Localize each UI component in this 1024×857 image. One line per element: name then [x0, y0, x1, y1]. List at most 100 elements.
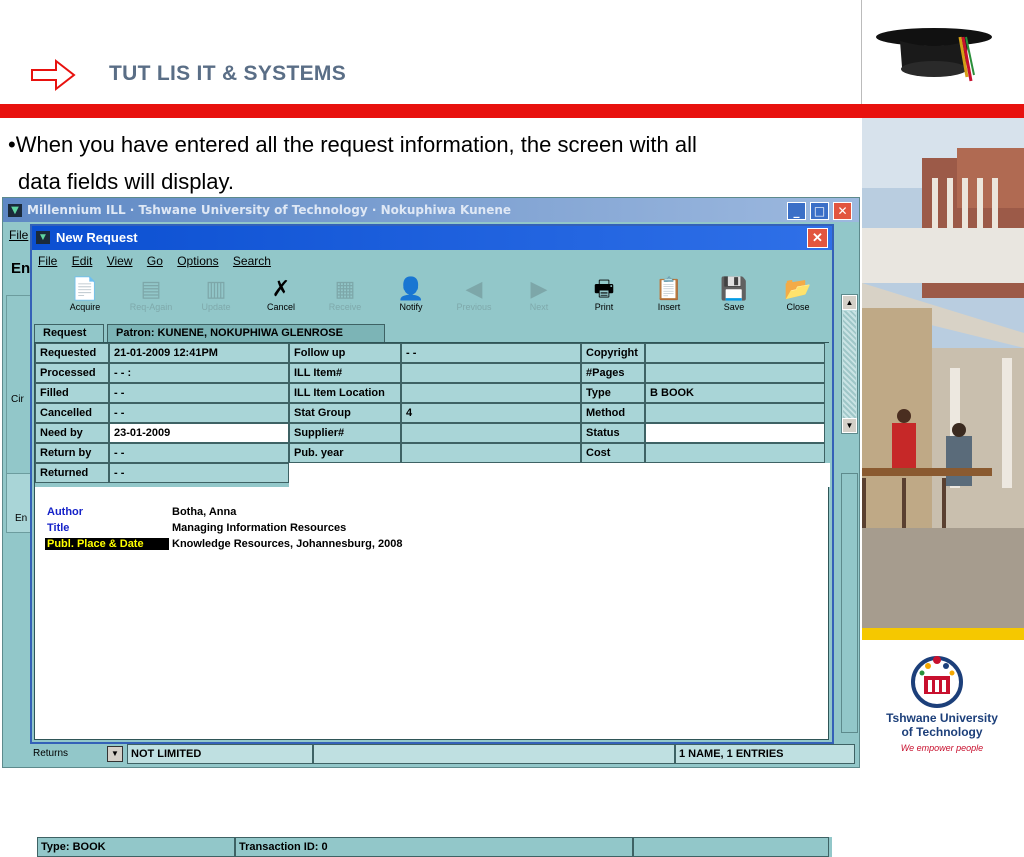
red-header-bar-right [862, 104, 1024, 118]
acquire-button[interactable]: 📄 Acquire [50, 274, 120, 322]
field-cancelled[interactable]: - - [109, 403, 289, 423]
minimize-button[interactable]: _ [787, 202, 806, 220]
outer-status-bar: Returns ▼ NOT LIMITED 1 NAME, 1 ENTRIES [3, 740, 859, 767]
yellow-bar [862, 628, 1024, 640]
receive-icon: ▦ [334, 276, 356, 301]
req-again-label: Req-Again [129, 302, 173, 312]
menu-search[interactable]: Search [233, 254, 271, 268]
field-need-by[interactable]: 23-01-2009 [109, 423, 289, 443]
insert-button[interactable]: 📋 Insert [634, 274, 704, 322]
previous-label: Previous [456, 302, 492, 312]
print-label: Print [594, 302, 614, 312]
req-again-icon: ▤ [140, 276, 162, 301]
field-method[interactable] [645, 403, 825, 423]
field-grid: Requested 21-01-2009 12:41PM Processed -… [35, 343, 830, 487]
limit-status: NOT LIMITED [127, 744, 313, 764]
field-follow-up[interactable]: - - [401, 343, 581, 363]
field-ill-item[interactable] [401, 363, 581, 383]
notify-button[interactable]: 👤 Notify [376, 274, 446, 322]
field-label-ill-item-location: ILL Item Location [289, 383, 401, 403]
field-stat-group[interactable]: 4 [401, 403, 581, 423]
cancel-button[interactable]: ✗ Cancel [246, 274, 316, 322]
field-supplier[interactable] [401, 423, 581, 443]
graduation-cap-logo [876, 28, 992, 82]
save-button[interactable]: 💾 Save [699, 274, 769, 322]
insert-icon: 📋 [655, 276, 683, 301]
close-label: Close [786, 302, 810, 312]
biblio-label-publ-place-date: Publ. Place & Date [45, 538, 169, 550]
status-transaction: Transaction ID: 0 [235, 837, 633, 857]
save-icon: 💾 [720, 276, 748, 301]
menu-view[interactable]: View [107, 254, 133, 268]
app-icon: ▼ [36, 231, 50, 244]
field-label-filled: Filled [35, 383, 109, 403]
outer-scrollbar[interactable]: ▲ ▼ [841, 294, 858, 434]
field-ill-item-location[interactable] [401, 383, 581, 403]
status-empty [633, 837, 829, 857]
receive-button[interactable]: ▦ Receive [310, 274, 380, 322]
field-returned[interactable]: - - [109, 463, 289, 483]
field-type[interactable]: B BOOK [645, 383, 825, 403]
field-label-requested: Requested [35, 343, 109, 363]
field-processed[interactable]: - - : [109, 363, 289, 383]
cancel-icon: ✗ [271, 276, 291, 301]
menu-file[interactable]: File [38, 254, 57, 268]
tab-patron[interactable]: Patron: KUNENE, NOKUPHIWA GLENROSE [107, 324, 385, 342]
update-button[interactable]: ▥ Update [181, 274, 251, 322]
close-button[interactable]: 📂 Close [763, 274, 833, 322]
menu-edit[interactable]: Edit [72, 254, 93, 268]
inner-title-bar: ▼ New Request ✕ [32, 226, 832, 250]
field-label-status: Status [581, 423, 645, 443]
returns-dropdown-value[interactable]: Returns [33, 748, 68, 759]
req-again-button[interactable]: ▤ Req-Again [116, 274, 186, 322]
university-name-line-1: Tshwane University [886, 711, 998, 725]
tut-logo [911, 656, 963, 708]
menu-options[interactable]: Options [177, 254, 218, 268]
inner-window-title: New Request [56, 230, 138, 245]
chevron-down-icon[interactable]: ▼ [107, 746, 123, 762]
biblio-value-title: Managing Information Resources [172, 522, 347, 534]
university-name: Tshwane University of Technology [872, 711, 1012, 739]
scroll-down-icon[interactable]: ▼ [842, 418, 857, 433]
biblio-value-author: Botha, Anna [172, 506, 237, 518]
scroll-up-icon[interactable]: ▲ [842, 295, 857, 310]
print-button[interactable]: 🖶 Print [569, 274, 639, 322]
next-button[interactable]: ▶ Next [504, 274, 574, 322]
grid-blank [289, 463, 830, 487]
new-request-window: ▼ New Request ✕ File Edit View Go Option… [30, 224, 834, 857]
outer-close-button[interactable]: ✕ [833, 202, 852, 220]
field-cost[interactable] [645, 443, 825, 463]
scroll-thumb[interactable] [843, 311, 856, 418]
acquire-label: Acquire [69, 302, 101, 312]
tab-request[interactable]: Request [34, 324, 104, 342]
field-label-need-by: Need by [35, 423, 109, 443]
field-return-by[interactable]: - - [109, 443, 289, 463]
field-copyright[interactable] [645, 343, 825, 363]
field-label-supplier: Supplier# [289, 423, 401, 443]
field-filled[interactable]: - - [109, 383, 289, 403]
outer-menu-file[interactable]: File [9, 228, 28, 242]
slide-title: TUT LIS IT & SYSTEMS [109, 62, 347, 85]
field-label-type: Type [581, 383, 645, 403]
close-icon: 📂 [784, 276, 812, 301]
acquire-icon: 📄 [71, 276, 99, 301]
field-label-follow-up: Follow up [289, 343, 401, 363]
menu-go[interactable]: Go [147, 254, 163, 268]
field-pub-year[interactable] [401, 443, 581, 463]
maximize-button[interactable]: □ [810, 202, 829, 220]
bullet-line-1: •When you have entered all the request i… [8, 132, 697, 157]
field-label-cost: Cost [581, 443, 645, 463]
field-label-returned: Returned [35, 463, 109, 483]
field-requested[interactable]: 21-01-2009 12:41PM [109, 343, 289, 363]
previous-button[interactable]: ◀ Previous [439, 274, 509, 322]
bullet-text: •When you have entered all the request i… [8, 126, 858, 200]
inner-close-button[interactable]: ✕ [807, 228, 828, 248]
outer-right-panel [841, 473, 858, 733]
request-form: Requested 21-01-2009 12:41PM Processed -… [34, 342, 832, 857]
field-pages[interactable] [645, 363, 825, 383]
outer-window-title: Millennium ILL · Tshwane University of T… [27, 203, 512, 217]
update-icon: ▥ [205, 276, 227, 301]
field-status[interactable] [645, 423, 825, 443]
field-label-processed: Processed [35, 363, 109, 383]
field-label-cancelled: Cancelled [35, 403, 109, 423]
